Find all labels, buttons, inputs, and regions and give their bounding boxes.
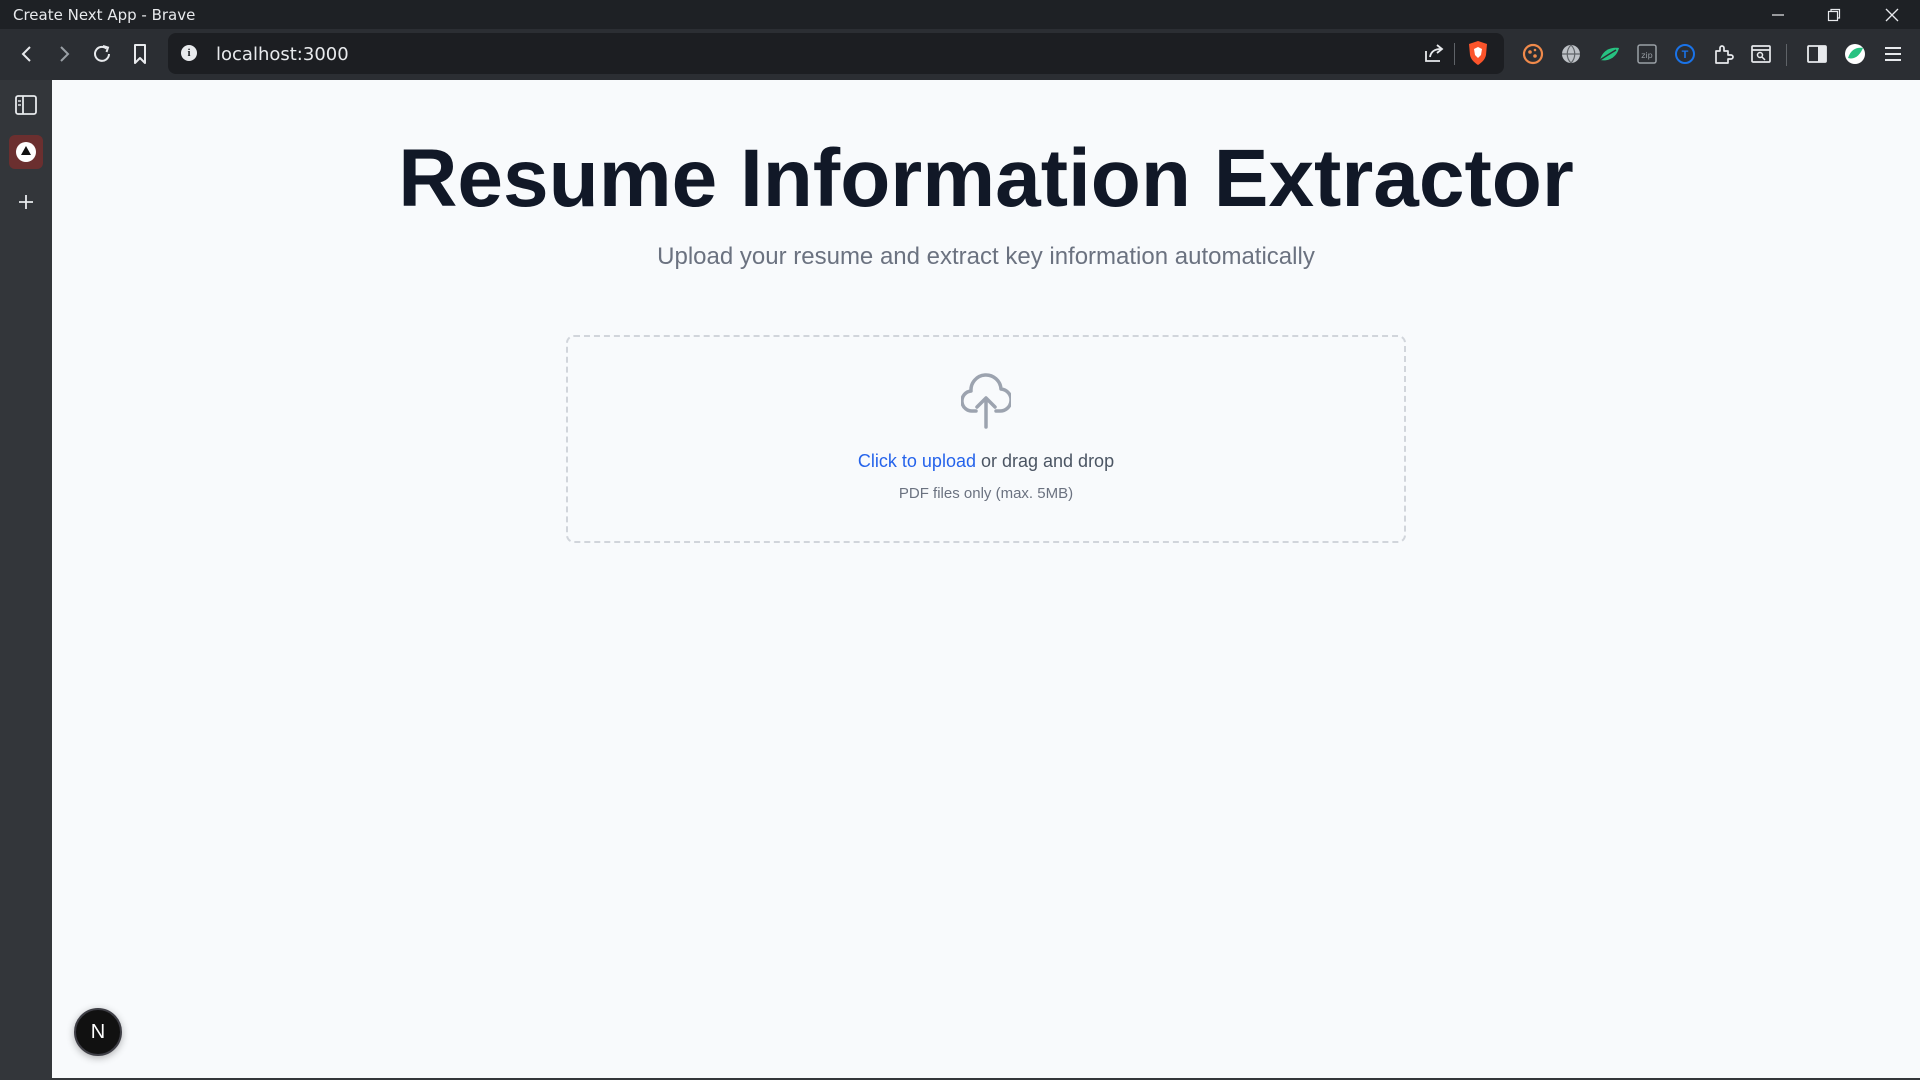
extensions-button[interactable] <box>1710 41 1736 67</box>
minimize-button[interactable] <box>1750 0 1806 29</box>
sidebar-icon <box>1807 45 1827 63</box>
close-icon <box>1885 8 1899 21</box>
globe-icon <box>1562 44 1580 64</box>
reading-mode-button[interactable] <box>1748 41 1774 67</box>
restore-button[interactable] <box>1806 0 1862 29</box>
upload-dropzone[interactable]: Click to upload or drag and drop PDF fil… <box>566 335 1406 543</box>
profile-button[interactable] <box>1842 41 1868 67</box>
next-logo-icon: N <box>90 1020 106 1043</box>
browser-sidebar <box>0 80 52 1080</box>
window-title: Create Next App - Brave <box>13 6 196 24</box>
page-title: Resume Information Extractor <box>398 133 1574 224</box>
profile-avatar-icon <box>1845 44 1865 64</box>
bookmark-icon <box>134 44 146 64</box>
upload-cloud-icon <box>960 373 1013 434</box>
share-button[interactable] <box>1422 41 1446 70</box>
reload-button[interactable] <box>84 36 120 72</box>
brave-shield-icon <box>1469 41 1487 65</box>
svg-text:T: T <box>1682 49 1689 61</box>
minimize-icon <box>1772 13 1784 16</box>
forward-icon <box>60 46 70 62</box>
extension-icon <box>1715 45 1734 64</box>
page-content: Resume Information Extractor Upload your… <box>52 80 1920 1078</box>
menu-button[interactable] <box>1880 41 1906 67</box>
toolbar-divider <box>1786 44 1787 66</box>
restore-icon <box>1827 8 1841 21</box>
sidebar-app-button[interactable] <box>9 135 43 169</box>
browser-toolbar: i localhost:3000 zip T <box>0 29 1920 80</box>
sidebar-toggle-button[interactable] <box>1804 41 1830 67</box>
zip-icon: zip <box>1637 44 1657 64</box>
sidebar-panel-button[interactable] <box>9 88 43 122</box>
sidebar-panel-icon <box>15 95 37 115</box>
next-dev-indicator-button[interactable]: N <box>74 1008 122 1056</box>
extension-globe-button[interactable] <box>1558 41 1584 67</box>
drag-drop-text: or drag and drop <box>975 451 1115 471</box>
upload-instructions: Click to upload or drag and drop <box>568 451 1404 472</box>
upload-hint: PDF files only (max. 5MB) <box>898 485 1074 502</box>
share-icon <box>1425 44 1444 62</box>
leaf-icon <box>1599 47 1619 61</box>
app-logo-icon <box>16 142 36 162</box>
reload-icon <box>94 45 110 62</box>
bookmark-button[interactable] <box>122 36 158 72</box>
extension-leaf-button[interactable] <box>1596 41 1622 67</box>
reader-icon <box>1751 45 1771 63</box>
brave-shields-button[interactable] <box>1466 40 1490 71</box>
address-bar[interactable]: i localhost:3000 <box>168 33 1504 74</box>
close-button[interactable] <box>1864 0 1920 29</box>
info-icon[interactable]: i <box>181 45 197 61</box>
address-text[interactable]: localhost:3000 <box>216 44 349 65</box>
menu-icon <box>1885 47 1901 61</box>
sidebar-add-button[interactable] <box>9 185 43 219</box>
plus-icon <box>19 195 33 209</box>
forward-button[interactable] <box>46 36 82 72</box>
page-subtitle: Upload your resume and extract key infor… <box>657 243 1315 270</box>
window-titlebar: Create Next App - Brave <box>0 0 1920 29</box>
back-icon <box>21 46 31 62</box>
back-button[interactable] <box>9 36 45 72</box>
cookie-icon <box>1522 43 1544 65</box>
address-divider <box>1454 43 1455 65</box>
extension-translate-button[interactable]: T <box>1672 41 1698 67</box>
translate-icon: T <box>1675 44 1695 64</box>
svg-text:zip: zip <box>1641 51 1653 60</box>
extension-zip-button[interactable]: zip <box>1634 41 1660 67</box>
click-to-upload-link[interactable]: Click to upload <box>858 451 976 471</box>
extension-cookie-button[interactable] <box>1520 41 1546 67</box>
